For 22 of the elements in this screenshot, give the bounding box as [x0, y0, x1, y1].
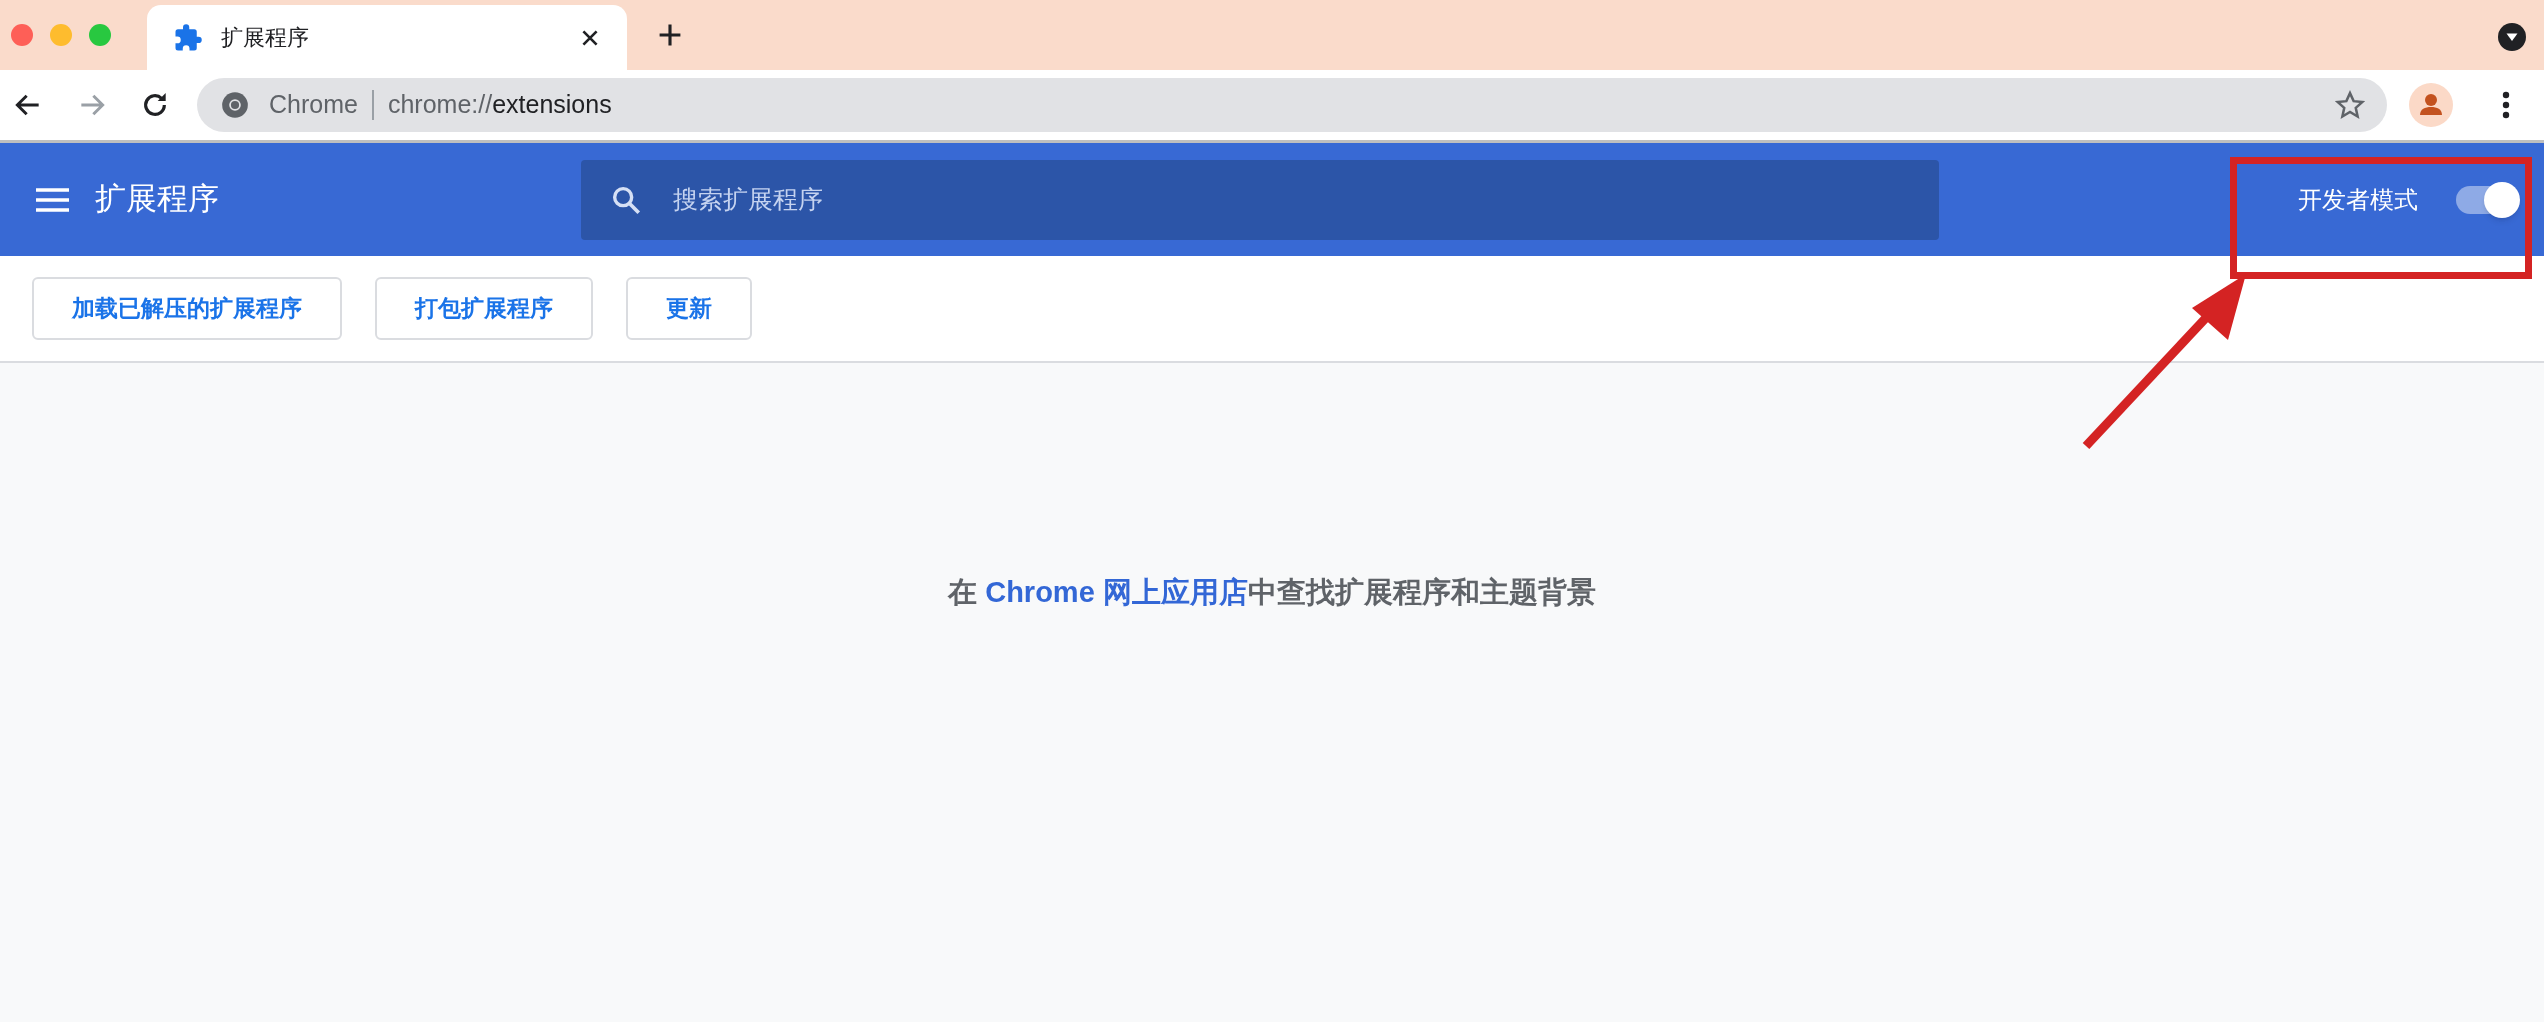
developer-mode-label: 开发者模式: [2298, 184, 2418, 215]
browser-tab[interactable]: 扩展程序: [147, 5, 627, 70]
chrome-logo-icon: [221, 91, 249, 119]
web-store-link[interactable]: Chrome 网上应用店: [985, 576, 1248, 608]
empty-state-message: 在 Chrome 网上应用店中查找扩展程序和主题背景: [948, 575, 1596, 610]
url-text: chrome://extensions: [387, 89, 612, 121]
toolbar-action-button[interactable]: 打包扩展程序: [375, 277, 593, 340]
toolbar-action-button[interactable]: 更新: [626, 277, 752, 340]
toolbar-action-button[interactable]: 加载已解压的扩展程序: [32, 277, 342, 340]
more-options-icon[interactable]: [2501, 90, 2511, 120]
address-bar[interactable]: Chrome chrome://extensions: [197, 78, 2387, 132]
tab-title: 扩展程序: [221, 24, 310, 52]
tab-search-icon[interactable]: [2498, 23, 2526, 51]
search-bar[interactable]: 搜索扩展程序: [581, 159, 1939, 240]
page-title: 扩展程序: [95, 180, 219, 219]
menu-icon[interactable]: [36, 186, 69, 213]
new-tab-icon[interactable]: [657, 22, 683, 48]
puzzle-piece-icon: [173, 22, 203, 53]
profile-avatar-icon[interactable]: [2409, 83, 2453, 127]
site-label: Chrome: [269, 89, 358, 121]
search-field[interactable]: 搜索扩展程序: [673, 180, 1939, 219]
star-icon[interactable]: [2335, 90, 2365, 120]
